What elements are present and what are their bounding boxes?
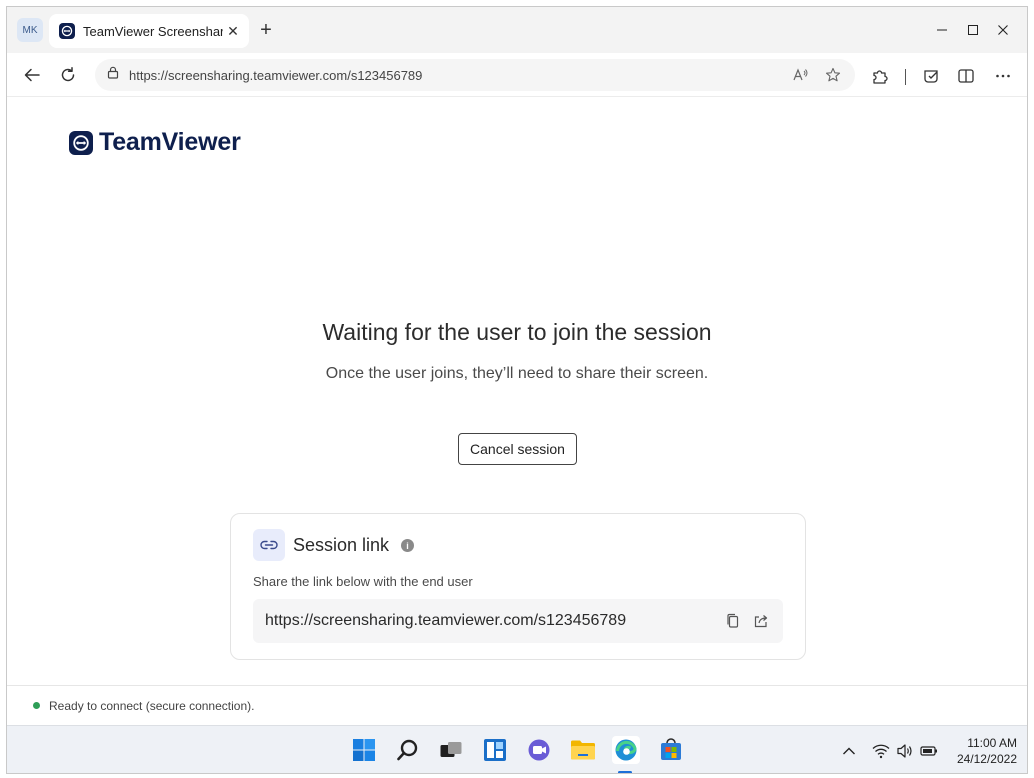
tab-close-icon[interactable]: ✕ xyxy=(225,23,241,39)
active-app-indicator xyxy=(618,771,632,773)
store-icon[interactable] xyxy=(657,736,685,764)
widgets-icon[interactable] xyxy=(481,736,509,764)
taskbar: 11:00 AM 24/12/2022 xyxy=(7,725,1027,773)
teamviewer-favicon-icon xyxy=(59,23,75,39)
search-icon[interactable] xyxy=(394,736,422,764)
maximize-button[interactable] xyxy=(962,19,984,41)
close-window-button[interactable] xyxy=(992,19,1014,41)
lock-icon[interactable] xyxy=(107,66,119,84)
teamviewer-logo: TeamViewer xyxy=(69,128,241,157)
edge-icon[interactable] xyxy=(612,736,640,764)
session-link-description: Share the link below with the end user xyxy=(253,574,473,589)
status-bar: Ready to connect (secure connection). xyxy=(7,685,1027,725)
volume-icon[interactable] xyxy=(895,741,915,761)
page-heading: Waiting for the user to join the session xyxy=(322,319,712,345)
profile-button[interactable]: MK xyxy=(17,18,43,42)
page-content: TeamViewer Waiting for the user to join … xyxy=(7,98,1027,685)
toolbar-separator xyxy=(905,69,906,85)
tab-strip: MK TeamViewer Screenshar ✕ + xyxy=(7,7,1027,53)
cancel-session-button[interactable]: Cancel session xyxy=(458,433,577,465)
share-icon[interactable] xyxy=(751,611,771,631)
file-explorer-icon[interactable] xyxy=(569,736,597,764)
minimize-button[interactable] xyxy=(931,19,953,41)
session-link-card: Session link i Share the link below with… xyxy=(230,513,806,660)
page-subheading: Once the user joins, they’ll need to sha… xyxy=(325,365,709,382)
teamviewer-logo-icon xyxy=(69,130,93,155)
copy-icon[interactable] xyxy=(723,611,743,631)
address-url[interactable]: https://screensharing.teamviewer.com/s12… xyxy=(129,68,422,83)
read-aloud-icon[interactable] xyxy=(792,66,810,84)
system-clock[interactable]: 11:00 AM 24/12/2022 xyxy=(947,735,1017,767)
favorite-star-icon[interactable] xyxy=(824,66,842,84)
status-text: Ready to connect (secure connection). xyxy=(49,698,255,713)
connection-status-dot xyxy=(33,702,40,709)
tab-teamviewer[interactable]: TeamViewer Screenshar ✕ xyxy=(49,14,249,48)
wifi-icon[interactable] xyxy=(871,741,891,761)
session-link-title: Session link xyxy=(293,535,390,555)
new-tab-button[interactable]: + xyxy=(255,19,277,41)
address-bar[interactable]: https://screensharing.teamviewer.com/s12… xyxy=(95,59,855,91)
link-icon xyxy=(253,529,285,561)
session-link-url[interactable]: https://screensharing.teamviewer.com/s12… xyxy=(265,612,626,630)
show-hidden-icons-icon[interactable] xyxy=(839,741,859,761)
refresh-button[interactable] xyxy=(55,62,81,88)
teams-chat-icon[interactable] xyxy=(525,736,553,764)
session-link-field[interactable]: https://screensharing.teamviewer.com/s12… xyxy=(253,599,783,643)
logo-wordmark: TeamViewer xyxy=(99,128,241,156)
extensions-icon[interactable] xyxy=(869,65,891,87)
navigation-bar: https://screensharing.teamviewer.com/s12… xyxy=(7,53,1027,97)
task-view-icon[interactable] xyxy=(437,736,465,764)
browser-essentials-icon[interactable] xyxy=(920,65,942,87)
battery-icon[interactable] xyxy=(919,741,939,761)
start-icon[interactable] xyxy=(350,736,378,764)
more-options-icon[interactable] xyxy=(992,65,1014,87)
clock-time: 11:00 AM xyxy=(967,736,1017,750)
split-screen-icon[interactable] xyxy=(955,65,977,87)
clock-date: 24/12/2022 xyxy=(956,752,1017,766)
back-button[interactable] xyxy=(19,62,45,88)
info-icon[interactable]: i xyxy=(401,539,414,552)
browser-window: MK TeamViewer Screenshar ✕ + https://scr… xyxy=(6,6,1028,774)
tab-title: TeamViewer Screenshar xyxy=(83,23,223,39)
